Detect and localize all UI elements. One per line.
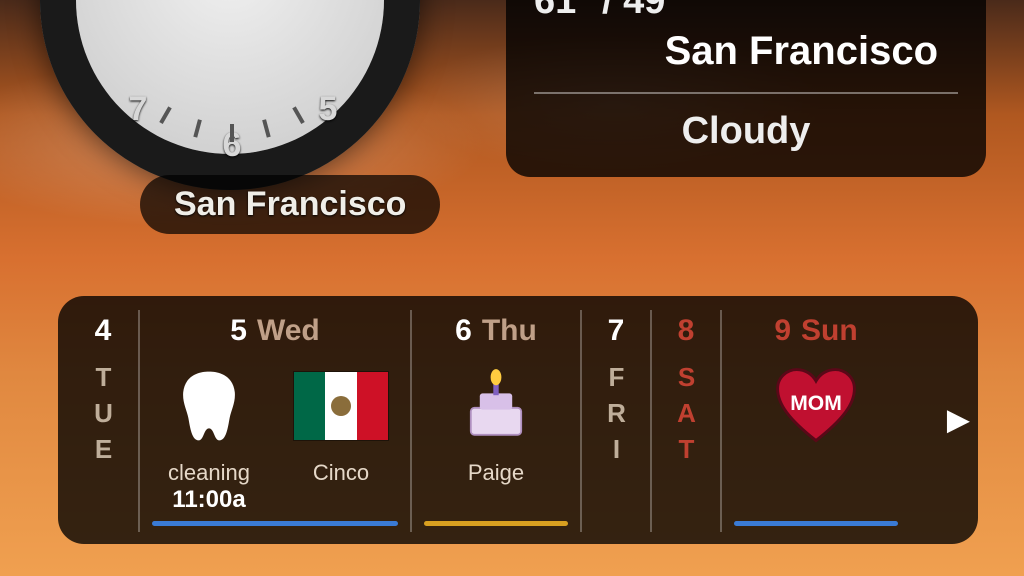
- day-number: 8: [678, 314, 695, 348]
- event-cinco[interactable]: Cinco: [281, 358, 401, 514]
- day-number: 7: [608, 314, 625, 348]
- cake-icon: [448, 358, 544, 454]
- calendar-day-5[interactable]: 5 Wed cleaning 11:00a Cinco: [138, 310, 410, 532]
- clock-numeral-7: 7: [118, 90, 158, 130]
- tooth-icon: [161, 358, 257, 454]
- event-paige[interactable]: Paige: [436, 358, 556, 486]
- event-indicator-bar: [152, 521, 398, 526]
- calendar-day-9[interactable]: 9 Sun MOM: [720, 310, 910, 532]
- event-label: Paige: [468, 460, 524, 486]
- event-cleaning[interactable]: cleaning 11:00a: [149, 358, 269, 514]
- clock-numeral-5: 5: [308, 90, 348, 130]
- weather-divider: [534, 92, 958, 94]
- calendar-events: MOM: [756, 358, 876, 454]
- weather-low: 49°: [623, 0, 680, 22]
- calendar-events: Paige: [436, 358, 556, 486]
- calendar-next-arrow[interactable]: ▶: [947, 403, 970, 438]
- chevron-right-icon: ▶: [947, 404, 970, 437]
- event-mothers-day[interactable]: MOM: [756, 358, 876, 454]
- day-of-week: Thu: [482, 314, 537, 348]
- calendar-day-7[interactable]: 7 FRI: [580, 310, 650, 532]
- calendar-events: cleaning 11:00a Cinco: [149, 358, 401, 514]
- calendar-day-6[interactable]: 6 Thu Paige: [410, 310, 580, 532]
- day-number: 6: [455, 314, 472, 348]
- weather-high: 61°: [534, 0, 591, 22]
- calendar-day-4[interactable]: 4 TUE: [68, 310, 138, 532]
- calendar-strip[interactable]: 4 TUE 5 Wed cleaning 11:00a Cinco: [58, 296, 978, 544]
- event-time: 11:00a: [172, 486, 245, 514]
- day-of-week: FRI: [601, 362, 632, 470]
- event-indicator-bar: [734, 521, 898, 526]
- mexico-flag-icon: [293, 358, 389, 454]
- day-of-week: SAT: [671, 362, 702, 470]
- clock-city-label: San Francisco: [174, 185, 406, 223]
- calendar-day-8[interactable]: 8 SAT: [650, 310, 720, 532]
- clock-city-pill[interactable]: San Francisco: [140, 175, 440, 234]
- day-number: 9: [774, 314, 791, 348]
- weather-city: San Francisco: [534, 29, 958, 74]
- svg-text:MOM: MOM: [790, 392, 842, 415]
- day-number: 4: [95, 314, 112, 348]
- day-of-week: Wed: [257, 314, 320, 348]
- analog-clock[interactable]: 5 6 7: [40, 0, 420, 190]
- event-indicator-bar: [424, 521, 568, 526]
- day-of-week: TUE: [88, 362, 119, 470]
- event-label: cleaning: [168, 460, 250, 486]
- heart-mom-icon: MOM: [768, 358, 864, 454]
- event-label: Cinco: [313, 460, 369, 486]
- day-number: 5: [230, 314, 247, 348]
- weather-range: 61° / 49°: [534, 0, 958, 23]
- weather-condition: Cloudy: [534, 110, 958, 153]
- day-of-week: Sun: [801, 314, 858, 348]
- clock-tick: [230, 124, 234, 142]
- weather-widget[interactable]: 61° / 49° San Francisco Cloudy: [506, 0, 986, 177]
